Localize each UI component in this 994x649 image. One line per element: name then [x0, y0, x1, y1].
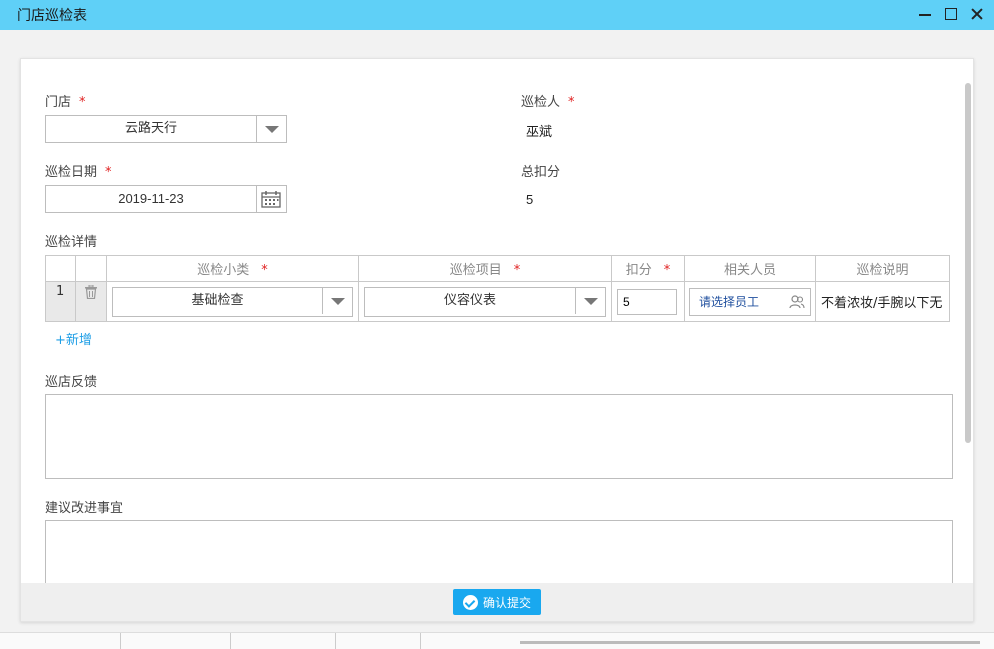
background-window-strip	[0, 632, 994, 649]
chevron-down-icon[interactable]	[256, 116, 286, 142]
required-mark: *	[663, 263, 671, 278]
table-header-row: 巡检小类 * 巡检项目 * 扣分 * 相关人员 巡检说明	[45, 255, 950, 282]
note-cell[interactable]: 不着浓妆/手腕以下无	[815, 281, 950, 322]
table-row: 1 基础检查 仪容仪表 5 请选择员工 不着浓妆/手腕以下无	[45, 281, 950, 322]
people-cell: 请选择员工	[684, 281, 816, 322]
date-label: 巡检日期 *	[45, 161, 112, 180]
close-icon[interactable]	[968, 5, 986, 23]
required-mark: *	[568, 95, 575, 110]
row-action-cell	[75, 281, 107, 322]
minimize-icon[interactable]	[916, 5, 934, 23]
window-title: 门店巡检表	[17, 8, 87, 24]
required-mark: *	[513, 263, 521, 278]
inspector-value: 巫斌	[526, 125, 553, 140]
header-action	[75, 255, 107, 282]
subcategory-cell: 基础检查	[106, 281, 359, 322]
inspector-label-text: 巡检人	[521, 95, 561, 110]
header-note: 巡检说明	[815, 255, 950, 282]
header-people: 相关人员	[684, 255, 816, 282]
required-mark: *	[261, 263, 268, 278]
details-table: 巡检小类 * 巡检项目 * 扣分 * 相关人员 巡检说明 1 基础检查 仪容仪表…	[45, 255, 950, 322]
header-item: 巡检项目 *	[358, 255, 612, 282]
add-row-button[interactable]: +新增	[55, 329, 92, 348]
header-subcategory-text: 巡检小类	[197, 263, 250, 278]
date-field[interactable]: 2019-11-23	[45, 185, 287, 213]
item-cell: 仪容仪表	[358, 281, 612, 322]
submit-button[interactable]: 确认提交	[453, 589, 541, 615]
subcategory-value: 基础检查	[191, 292, 244, 308]
header-deduct-text: 扣分	[625, 263, 652, 278]
subcategory-select[interactable]: 基础检查	[112, 286, 353, 317]
total-value: 5	[526, 192, 534, 207]
people-picker[interactable]: 请选择员工	[689, 287, 811, 316]
feedback-label: 巡店反馈	[45, 375, 98, 390]
store-select[interactable]: 云路天行	[45, 115, 287, 143]
header-item-text: 巡检项目	[449, 263, 502, 278]
people-placeholder: 请选择员工	[699, 294, 760, 309]
chevron-down-icon[interactable]	[575, 287, 605, 314]
inspector-label: 巡检人 *	[521, 91, 575, 110]
calendar-button[interactable]	[256, 186, 286, 212]
feedback-textarea[interactable]	[45, 394, 953, 479]
people-icon[interactable]	[789, 294, 805, 309]
maximize-icon[interactable]	[942, 5, 960, 23]
details-label: 巡检详情	[45, 235, 98, 250]
item-select[interactable]: 仪容仪表	[364, 286, 606, 317]
suggestion-label: 建议改进事宜	[45, 501, 124, 516]
header-rowno	[45, 255, 76, 282]
trash-icon[interactable]	[85, 285, 97, 299]
header-subcategory: 巡检小类 *	[106, 255, 359, 282]
header-deduct: 扣分 *	[611, 255, 685, 282]
item-value: 仪容仪表	[443, 292, 496, 308]
required-mark: *	[105, 165, 112, 180]
deduct-input[interactable]	[617, 288, 677, 315]
store-label: 门店 *	[45, 91, 86, 110]
chevron-down-icon[interactable]	[322, 287, 352, 314]
row-number-cell: 1	[45, 281, 76, 322]
date-value: 2019-11-23	[118, 191, 184, 206]
deduct-cell	[611, 281, 685, 322]
store-label-text: 门店	[45, 95, 72, 110]
check-circle-icon	[462, 594, 478, 610]
store-select-value: 云路天行	[124, 121, 177, 136]
calendar-icon	[261, 191, 281, 208]
footer-bar: 确认提交	[21, 583, 973, 621]
total-label: 总扣分	[521, 165, 561, 180]
window-titlebar: 门店巡检表	[0, 0, 994, 30]
submit-label: 确认提交	[482, 595, 531, 610]
form-panel: 门店 * 云路天行 巡检人 * 巫斌 巡检日期 * 2019-11-23 总扣分…	[20, 58, 974, 622]
required-mark: *	[79, 95, 86, 110]
scrollbar-thumb[interactable]	[965, 83, 971, 443]
row-number: 1	[56, 284, 65, 299]
date-label-text: 巡检日期	[45, 165, 98, 180]
